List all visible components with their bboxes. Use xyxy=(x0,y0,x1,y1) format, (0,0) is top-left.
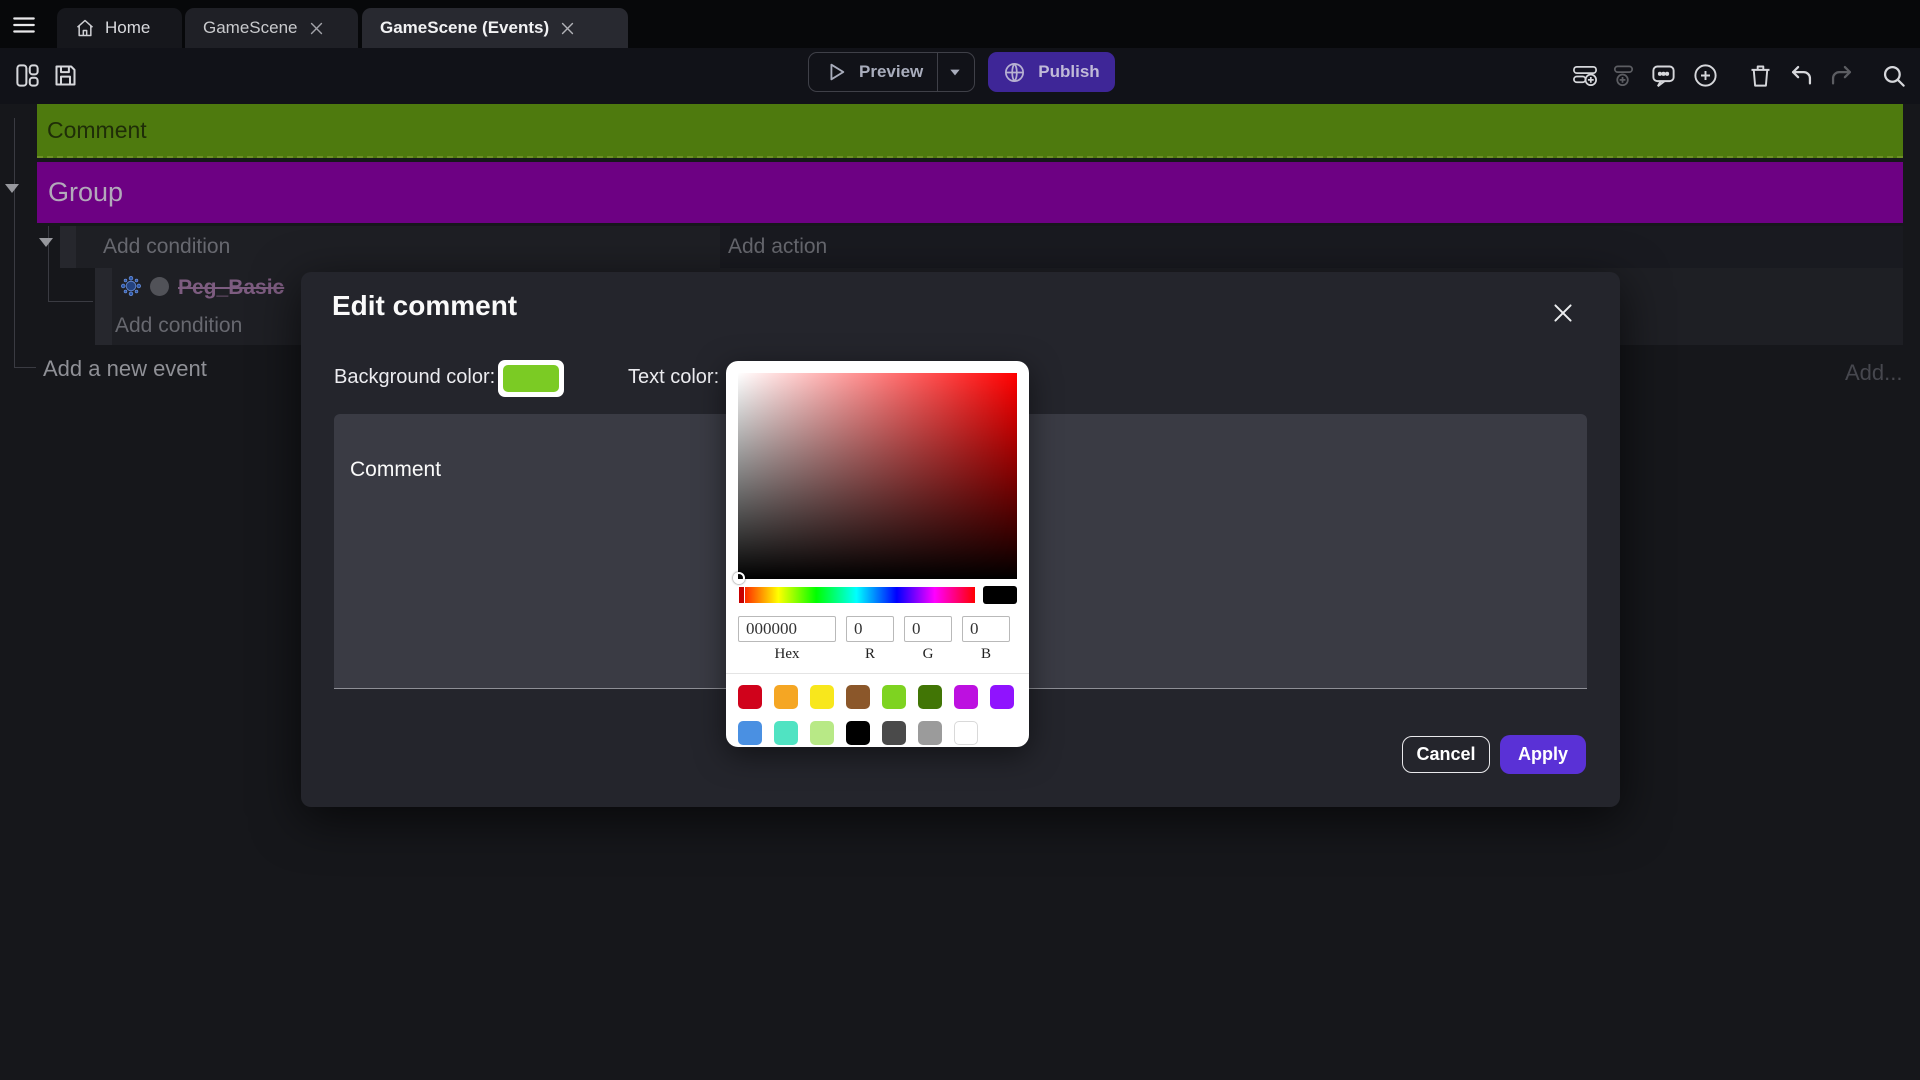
hue-slider-handle[interactable] xyxy=(738,586,745,604)
preset-swatch[interactable] xyxy=(774,721,798,745)
preset-swatch[interactable] xyxy=(954,721,978,745)
disabled-condition-text[interactable]: Peg_Basic xyxy=(178,276,303,300)
chevron-down-icon xyxy=(947,64,963,80)
current-color-preview xyxy=(983,586,1017,604)
play-icon xyxy=(825,61,847,83)
preset-swatch[interactable] xyxy=(990,685,1014,709)
color-picker-popup: Hex R G B xyxy=(726,361,1029,747)
preset-swatch[interactable] xyxy=(738,685,762,709)
undo-icon[interactable] xyxy=(1788,62,1815,89)
close-tab-icon[interactable] xyxy=(559,20,576,37)
event-drag-handle[interactable] xyxy=(60,226,76,268)
background-color-swatch[interactable] xyxy=(498,360,564,397)
dialog-close-icon[interactable] xyxy=(1550,300,1576,326)
tab-gamescene-events[interactable]: GameScene (Events) xyxy=(362,8,628,48)
search-icon[interactable] xyxy=(1880,62,1907,89)
object-thumbnail xyxy=(150,277,169,296)
saturation-cursor[interactable] xyxy=(733,572,745,584)
behavior-icon xyxy=(120,275,142,297)
add-condition-link[interactable]: Add condition xyxy=(76,226,720,268)
toggle-panel-icon[interactable] xyxy=(14,62,41,89)
tab-bar: Home GameScene GameScene (Events) xyxy=(0,0,1920,48)
preset-swatch[interactable] xyxy=(810,685,834,709)
preview-button-label: Preview xyxy=(859,62,923,82)
redo-icon[interactable] xyxy=(1828,62,1855,89)
add-new-event-link[interactable]: Add a new event xyxy=(43,356,207,382)
background-color-label: Background color: xyxy=(334,366,495,389)
preset-swatch[interactable] xyxy=(954,685,978,709)
comment-event-bar[interactable]: Comment xyxy=(37,104,1903,158)
green-input-label: G xyxy=(923,646,934,663)
red-input-label: R xyxy=(865,646,875,663)
tab-home-label: Home xyxy=(105,18,150,38)
preset-swatch[interactable] xyxy=(918,721,942,745)
publish-button[interactable]: Publish xyxy=(988,52,1115,92)
events-toolbar: Preview Publish xyxy=(0,48,1920,104)
preset-swatch[interactable] xyxy=(882,685,906,709)
hue-slider[interactable] xyxy=(738,587,975,603)
home-icon xyxy=(75,18,95,38)
comment-event-text: Comment xyxy=(47,117,147,144)
collapse-event-icon[interactable] xyxy=(39,238,53,247)
add-other-event-icon[interactable] xyxy=(1692,62,1719,89)
add-action-label: Add action xyxy=(728,235,827,259)
add-condition-label: Add condition xyxy=(103,235,230,259)
globe-icon xyxy=(1003,61,1026,84)
comment-textarea-value: Comment xyxy=(350,458,441,481)
preset-swatch[interactable] xyxy=(846,721,870,745)
preview-button-group: Preview xyxy=(808,52,975,92)
publish-button-label: Publish xyxy=(1038,62,1099,82)
tab-gamescene-label: GameScene xyxy=(203,18,298,38)
preset-swatch[interactable] xyxy=(738,721,762,745)
tab-gamescene-events-label: GameScene (Events) xyxy=(380,18,549,38)
preview-dropdown-button[interactable] xyxy=(938,53,972,91)
preset-swatch[interactable] xyxy=(810,721,834,745)
preset-swatch[interactable] xyxy=(846,685,870,709)
blue-input-label: B xyxy=(981,646,991,663)
background-color-value xyxy=(503,365,559,392)
dialog-title: Edit comment xyxy=(332,290,517,322)
subevent-drag-handle[interactable] xyxy=(95,268,112,345)
save-icon[interactable] xyxy=(52,62,79,89)
preset-swatch[interactable] xyxy=(774,685,798,709)
preset-swatches xyxy=(738,685,1017,745)
preview-button[interactable]: Preview xyxy=(809,53,937,91)
tab-gamescene[interactable]: GameScene xyxy=(185,8,358,48)
add-comment-icon[interactable] xyxy=(1650,62,1677,89)
divider xyxy=(726,673,1029,674)
preset-swatch[interactable] xyxy=(918,685,942,709)
add-subevent-icon[interactable] xyxy=(1610,62,1637,89)
group-event-text: Group xyxy=(48,177,123,208)
blue-input[interactable] xyxy=(962,616,1010,642)
add-action-link[interactable]: Add action xyxy=(720,226,1903,268)
hex-input-label: Hex xyxy=(775,646,800,663)
tab-home[interactable]: Home xyxy=(57,8,182,48)
gdevelop-window: Home GameScene GameScene (Events) xyxy=(0,0,1920,1080)
saturation-panel[interactable] xyxy=(738,373,1017,579)
close-tab-icon[interactable] xyxy=(308,20,325,37)
add-more-link[interactable]: Add... xyxy=(1845,360,1902,386)
add-condition-label: Add condition xyxy=(115,314,242,338)
hamburger-menu-icon[interactable] xyxy=(10,12,38,38)
group-event-bar[interactable]: Group xyxy=(37,162,1903,223)
apply-button[interactable]: Apply xyxy=(1500,735,1586,774)
text-color-label: Text color: xyxy=(628,366,719,389)
add-event-icon[interactable] xyxy=(1572,62,1599,89)
preset-swatch[interactable] xyxy=(882,721,906,745)
collapse-group-icon[interactable] xyxy=(5,184,19,193)
green-input[interactable] xyxy=(904,616,952,642)
hex-input[interactable] xyxy=(738,616,836,642)
red-input[interactable] xyxy=(846,616,894,642)
cancel-button[interactable]: Cancel xyxy=(1402,736,1490,773)
delete-icon[interactable] xyxy=(1747,62,1774,89)
